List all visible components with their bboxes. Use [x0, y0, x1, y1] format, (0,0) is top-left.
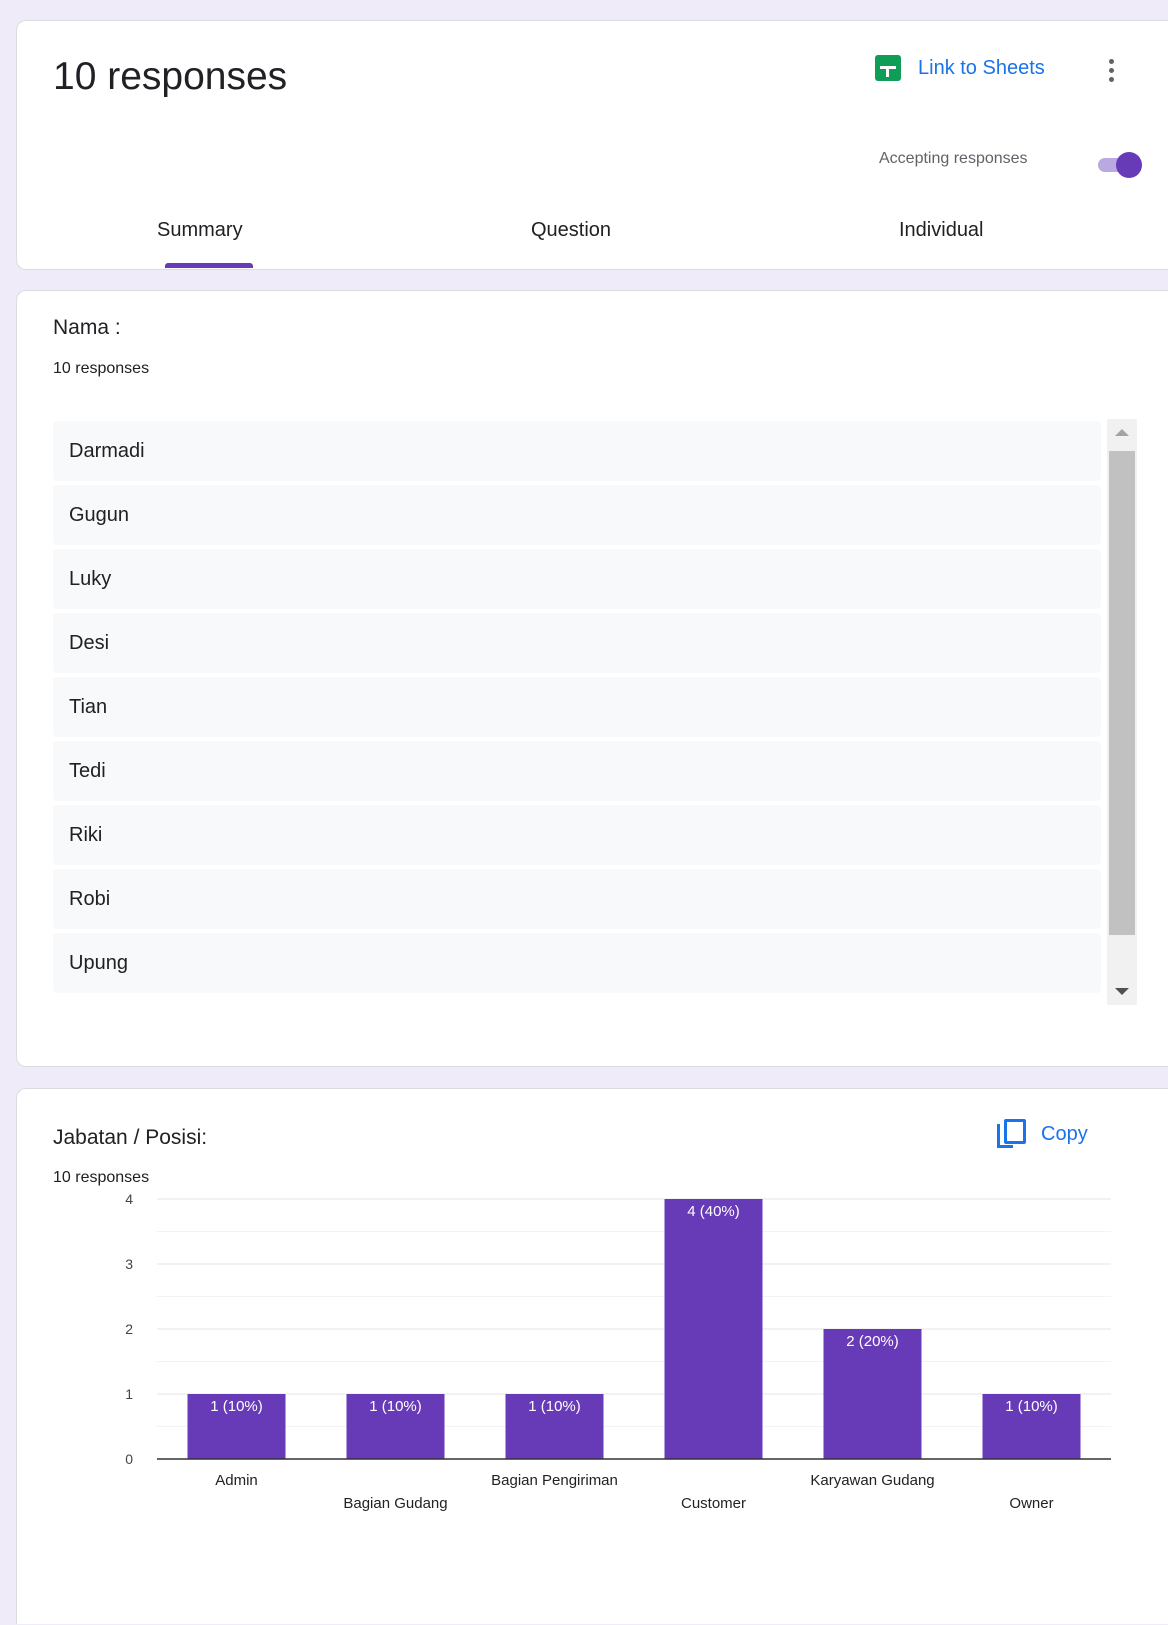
- x-tick-label: Owner: [1009, 1495, 1053, 1512]
- x-tick-label: Bagian Pengiriman: [491, 1472, 618, 1489]
- bar-data-label: 1 (10%): [369, 1398, 422, 1415]
- link-to-sheets-button[interactable]: Link to Sheets: [875, 55, 1045, 81]
- bar-data-label: 1 (10%): [210, 1398, 263, 1415]
- y-tick-label: 2: [125, 1321, 133, 1337]
- y-tick-label: 4: [125, 1191, 133, 1207]
- x-tick-label: Customer: [681, 1495, 746, 1512]
- bar-chart: 0 1 2 3 4 1 (10%) Admin 1 (10%) Bagian Gudang 1 (…: [125, 1191, 1111, 1512]
- response-tabs: Summary Question Individual: [17, 219, 1168, 271]
- link-to-sheets-label: Link to Sheets: [918, 56, 1045, 79]
- more-options-icon[interactable]: [1107, 59, 1115, 87]
- answer-list: Darmadi Gugun Luky Desi Tian Tedi Riki R…: [53, 421, 1101, 1001]
- list-item: Luky: [53, 549, 1101, 609]
- scrollbar-thumb[interactable]: [1109, 451, 1135, 935]
- responses-title: 10 responses: [53, 55, 288, 98]
- bar: [664, 1199, 763, 1459]
- y-tick-label: 0: [125, 1451, 133, 1467]
- sheets-icon: [875, 55, 901, 81]
- list-item: Tian: [53, 677, 1101, 737]
- list-item: Darmadi: [53, 421, 1101, 481]
- scroll-down-icon[interactable]: [1115, 988, 1129, 995]
- tab-individual[interactable]: Individual: [899, 219, 984, 242]
- answer-list-scrollbar[interactable]: [1107, 419, 1137, 1005]
- scroll-up-icon[interactable]: [1115, 429, 1129, 436]
- bar-data-label: 4 (40%): [687, 1203, 740, 1220]
- active-tab-indicator: [165, 263, 253, 268]
- bar-data-label: 1 (10%): [1005, 1398, 1058, 1415]
- jabatan-question-card: Jabatan / Posisi: 10 responses Copy 0123…: [16, 1088, 1168, 1624]
- accepting-responses-label: Accepting responses: [879, 150, 1028, 167]
- y-tick-label: 3: [125, 1256, 133, 1272]
- tab-question[interactable]: Question: [531, 219, 611, 242]
- responses-header-card: 10 responses Link to Sheets Accepting re…: [16, 20, 1168, 270]
- tab-summary[interactable]: Summary: [157, 219, 243, 242]
- bar-data-label: 1 (10%): [528, 1398, 581, 1415]
- nama-question-card: Nama : 10 responses Darmadi Gugun Luky D…: [16, 290, 1168, 1067]
- response-count: 10 responses: [53, 360, 150, 377]
- list-item: Robi: [53, 869, 1101, 929]
- list-item: Desi: [53, 613, 1101, 673]
- accepting-responses-toggle[interactable]: [1083, 151, 1142, 179]
- y-tick-label: 1: [125, 1386, 133, 1402]
- list-item: Gugun: [53, 485, 1101, 545]
- question-title: Nama :: [53, 316, 121, 339]
- bar-data-label: 2 (20%): [846, 1333, 899, 1350]
- x-tick-label: Admin: [215, 1472, 258, 1489]
- list-item: Tedi: [53, 741, 1101, 801]
- list-item: Upung: [53, 933, 1101, 993]
- x-tick-label: Karyawan Gudang: [810, 1472, 934, 1489]
- x-tick-label: Bagian Gudang: [343, 1495, 447, 1512]
- list-item: Riki: [53, 805, 1101, 865]
